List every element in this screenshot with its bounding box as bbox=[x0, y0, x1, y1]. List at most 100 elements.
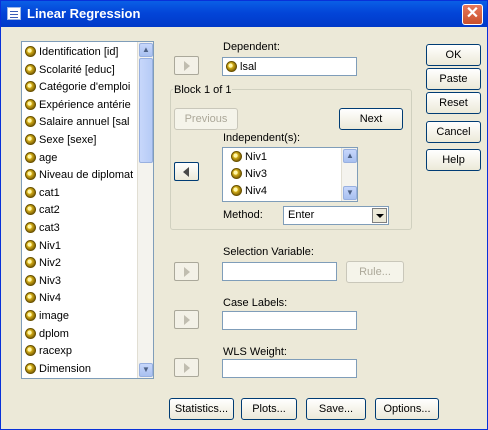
list-item[interactable]: Sexe [sexe] bbox=[25, 132, 96, 148]
arrow-right-icon bbox=[184, 315, 190, 325]
list-item[interactable]: age bbox=[25, 150, 57, 166]
dependent-field[interactable]: lsal bbox=[222, 57, 357, 76]
independent-variable-name: Niv3 bbox=[245, 168, 268, 180]
independent-variable-name: Niv1 bbox=[245, 151, 268, 163]
rule-button[interactable]: Rule... bbox=[346, 261, 404, 283]
scale-variable-icon bbox=[25, 169, 36, 181]
scale-variable-icon bbox=[231, 185, 242, 196]
list-item[interactable]: Scolarité [educ] bbox=[25, 62, 115, 78]
variable-name: cat2 bbox=[39, 204, 60, 217]
scale-variable-icon bbox=[231, 168, 242, 179]
scale-variable-icon bbox=[25, 292, 36, 304]
wls-move-button[interactable] bbox=[174, 358, 199, 377]
selection-move-button[interactable] bbox=[174, 262, 199, 281]
help-button[interactable]: Help bbox=[426, 149, 481, 171]
variable-name: cat1 bbox=[39, 186, 60, 199]
variable-name: dplom bbox=[39, 327, 69, 340]
scroll-thumb[interactable] bbox=[139, 58, 153, 163]
scroll-down-icon[interactable]: ▼ bbox=[343, 186, 357, 200]
next-button[interactable]: Next bbox=[339, 108, 403, 130]
variable-name: racexp bbox=[39, 345, 73, 358]
dialog-icon bbox=[7, 7, 21, 20]
list-item[interactable]: Salaire annuel [sal bbox=[25, 114, 130, 130]
case-labels-label: Case Labels: bbox=[223, 297, 288, 309]
scale-variable-icon bbox=[25, 116, 36, 128]
case-labels-field[interactable] bbox=[222, 311, 357, 330]
plots-button[interactable]: Plots... bbox=[241, 398, 297, 420]
variable-list-scrollbar[interactable]: ▲ ▼ bbox=[137, 42, 153, 378]
list-item[interactable]: Niv4 bbox=[231, 183, 267, 199]
selection-variable-label: Selection Variable: bbox=[223, 246, 314, 258]
variable-name: Salaire annuel [sal bbox=[39, 116, 130, 129]
variable-name: age bbox=[39, 151, 58, 164]
list-item[interactable]: cat3 bbox=[25, 220, 60, 236]
list-item[interactable]: cat2 bbox=[25, 202, 60, 218]
variable-name: Sexe [sexe] bbox=[39, 134, 97, 146]
variable-name: Expérience antérie bbox=[39, 98, 131, 111]
scale-variable-icon bbox=[25, 63, 36, 75]
list-item[interactable]: image bbox=[25, 308, 69, 324]
scroll-up-icon[interactable]: ▲ bbox=[139, 43, 153, 57]
ok-button[interactable]: OK bbox=[426, 44, 481, 66]
list-item[interactable]: Niv3 bbox=[231, 166, 267, 182]
variable-name: Niv2 bbox=[39, 257, 62, 270]
save-button[interactable]: Save... bbox=[306, 398, 366, 420]
wls-weight-field[interactable] bbox=[222, 359, 357, 378]
method-label: Method: bbox=[223, 209, 263, 221]
scroll-down-icon[interactable]: ▼ bbox=[139, 363, 153, 377]
paste-button[interactable]: Paste bbox=[426, 68, 481, 90]
scale-variable-icon bbox=[25, 46, 36, 57]
close-button[interactable]: ✕ bbox=[462, 4, 483, 25]
chevron-down-icon[interactable] bbox=[372, 208, 387, 223]
list-item[interactable]: cat1 bbox=[25, 185, 60, 201]
independents-scrollbar[interactable]: ▲ ▼ bbox=[341, 148, 357, 201]
method-value: Enter bbox=[288, 209, 315, 221]
independents-label: Independent(s): bbox=[223, 132, 301, 144]
previous-button[interactable]: Previous bbox=[174, 108, 238, 130]
block-title: Block 1 of 1 bbox=[173, 84, 233, 96]
variable-name: Identification [id] bbox=[39, 46, 119, 58]
scale-variable-icon bbox=[25, 274, 36, 286]
scale-variable-icon bbox=[25, 310, 36, 321]
independents-list[interactable]: Niv1 Niv3 Niv4 ▲ ▼ bbox=[222, 147, 358, 202]
dependent-move-button[interactable] bbox=[174, 56, 199, 75]
list-item[interactable]: dplom bbox=[25, 326, 69, 342]
list-item[interactable]: Niv2 bbox=[25, 255, 61, 271]
options-button[interactable]: Options... bbox=[375, 398, 439, 420]
method-select[interactable]: Enter bbox=[283, 206, 389, 225]
variable-name: Catégorie d'emploi bbox=[39, 81, 131, 94]
list-item[interactable]: Niv1 bbox=[231, 149, 267, 165]
scale-variable-icon bbox=[25, 204, 36, 216]
dependent-label: Dependent: bbox=[223, 41, 280, 53]
wls-weight-label: WLS Weight: bbox=[223, 346, 287, 358]
list-item[interactable]: Expérience antérie bbox=[25, 97, 131, 113]
list-item[interactable]: Niv3 bbox=[25, 273, 61, 289]
case-labels-move-button[interactable] bbox=[174, 310, 199, 329]
cancel-button[interactable]: Cancel bbox=[426, 121, 481, 143]
list-item[interactable]: racexp bbox=[25, 343, 72, 359]
independents-move-button[interactable] bbox=[174, 162, 199, 181]
list-item[interactable]: Niveau de diplomat bbox=[25, 167, 133, 183]
variable-name: Niv1 bbox=[39, 239, 62, 252]
scale-variable-icon bbox=[25, 222, 36, 233]
scale-variable-icon bbox=[25, 239, 36, 251]
dialog-title: Linear Regression bbox=[27, 6, 141, 21]
variable-name: image bbox=[39, 310, 69, 322]
scale-variable-icon bbox=[25, 327, 36, 339]
list-item[interactable]: Identification [id] bbox=[25, 44, 119, 60]
variable-name: Niveau de diplomat bbox=[39, 169, 134, 182]
list-item[interactable]: Niv1 bbox=[25, 238, 61, 254]
scale-variable-icon bbox=[25, 257, 36, 269]
variable-list[interactable]: Identification [id] Scolarité [educ] Catég… bbox=[21, 41, 154, 379]
list-item[interactable]: Dimension bbox=[25, 361, 91, 377]
list-item[interactable]: Niv4 bbox=[25, 290, 61, 306]
list-item[interactable]: Catégorie d'emploi bbox=[25, 79, 130, 95]
reset-button[interactable]: Reset bbox=[426, 92, 481, 114]
selection-variable-field[interactable] bbox=[222, 262, 337, 281]
arrow-right-icon bbox=[184, 267, 190, 277]
linear-regression-dialog: Linear Regression ✕ Identification [id] S… bbox=[0, 0, 488, 430]
scroll-up-icon[interactable]: ▲ bbox=[343, 149, 357, 163]
statistics-button[interactable]: Statistics... bbox=[169, 398, 234, 420]
title-bar[interactable]: Linear Regression ✕ bbox=[1, 1, 487, 27]
independent-variable-name: Niv4 bbox=[245, 185, 268, 197]
